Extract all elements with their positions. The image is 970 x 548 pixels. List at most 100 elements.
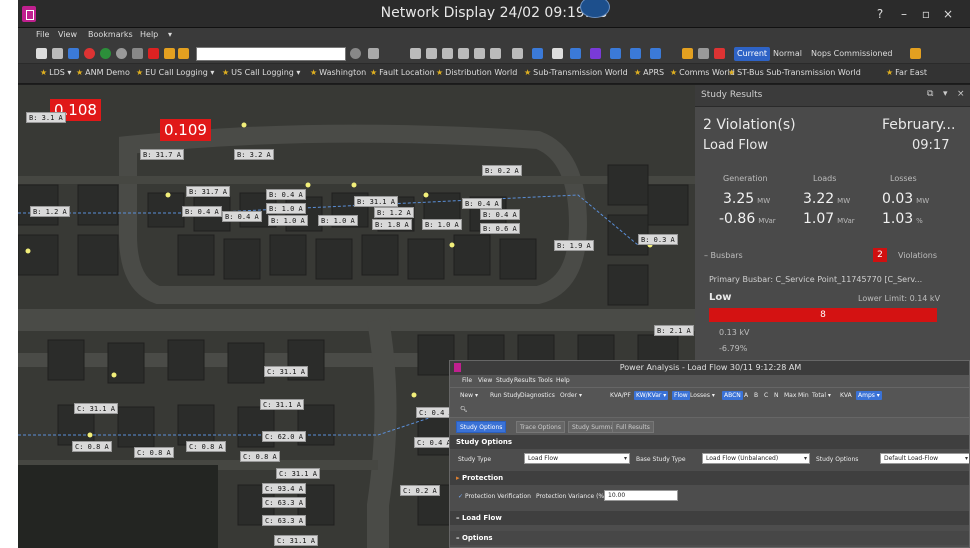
current-label[interactable]: B: 3.2 A: [234, 149, 274, 160]
dialog-menu-view[interactable]: View: [478, 377, 492, 384]
back-icon[interactable]: [164, 48, 175, 59]
dialog-menu-tools[interactable]: Tools: [538, 377, 553, 384]
current-label[interactable]: C: 0.8 A: [240, 451, 280, 462]
pan-icon[interactable]: [426, 48, 437, 59]
current-label[interactable]: C: 31.1 A: [264, 366, 308, 377]
bookmark-sub-transmission-world[interactable]: ★ Sub-Transmission World: [524, 68, 628, 77]
busbars-expander[interactable]: – Busbars: [704, 251, 743, 260]
kva-button[interactable]: KVA: [840, 392, 852, 399]
phase-a-button[interactable]: A: [744, 392, 748, 399]
current-label[interactable]: B: 1.9 A: [554, 240, 594, 251]
current-label[interactable]: B: 0.4 A: [222, 211, 262, 222]
order-dropdown[interactable]: Order ▾: [560, 392, 582, 399]
pencil-icon[interactable]: [682, 48, 693, 59]
current-label[interactable]: C: 63.3 A: [262, 515, 306, 526]
panel-close-icon[interactable]: ×: [957, 89, 965, 99]
pin-icon[interactable]: ▾: [943, 89, 948, 99]
zoom-icon[interactable]: [410, 48, 421, 59]
current-label[interactable]: B: 1.0 A: [318, 215, 358, 226]
help-button[interactable]: ?: [872, 6, 888, 22]
current-label[interactable]: C: 63.3 A: [262, 497, 306, 508]
dialog-menu-results[interactable]: Results: [514, 377, 536, 384]
flow-button[interactable]: Flow: [672, 391, 690, 400]
current-label[interactable]: B: 1.0 A: [422, 219, 462, 230]
dialog-menu-study[interactable]: Study: [496, 377, 513, 384]
monitor-icon[interactable]: [630, 48, 641, 59]
current-label[interactable]: C: 31.1 A: [276, 468, 320, 479]
current-label[interactable]: B: 31.7 A: [140, 149, 184, 160]
min-button[interactable]: Min: [798, 392, 809, 399]
current-label[interactable]: C: 0.8 A: [72, 441, 112, 452]
current-label[interactable]: B: 3.1 A: [26, 112, 66, 123]
current-button[interactable]: Current: [734, 47, 771, 61]
phase-c-button[interactable]: C: [764, 392, 768, 399]
current-label[interactable]: B: 1.2 A: [30, 206, 70, 217]
menu-view[interactable]: View: [58, 30, 77, 39]
normal-button[interactable]: Normal: [770, 47, 805, 61]
bookmark-fault-location[interactable]: ★ Fault Location: [370, 68, 435, 77]
current-label[interactable]: B: 0.4 A: [462, 198, 502, 209]
new-icon[interactable]: [36, 48, 47, 59]
menu-bookmarks[interactable]: Bookmarks: [88, 30, 133, 39]
current-label[interactable]: B: 0.3 A: [638, 234, 678, 245]
study-type-select[interactable]: Load Flow ▾: [524, 453, 630, 464]
grid-icon[interactable]: [532, 48, 543, 59]
current-label[interactable]: B: 0.4 A: [480, 209, 520, 220]
bookmark-eu-call-logging[interactable]: ★ EU Call Logging ▾: [136, 68, 214, 77]
current-label[interactable]: C: 93.4 A: [262, 483, 306, 494]
trace-icon[interactable]: [474, 48, 485, 59]
current-label[interactable]: B: 31.7 A: [186, 186, 230, 197]
search-icon[interactable]: 🔍︎: [460, 406, 468, 413]
kva-pf-button[interactable]: KVA/PF: [610, 392, 631, 399]
menu-help[interactable]: Help: [140, 30, 158, 39]
globe-icon[interactable]: [100, 48, 111, 59]
dialog-menu-file[interactable]: File: [462, 377, 472, 384]
current-label[interactable]: B: 1.0 A: [266, 203, 306, 214]
current-label[interactable]: B: 0.6 A: [480, 223, 520, 234]
measure-icon[interactable]: [458, 48, 469, 59]
section-study-options[interactable]: Study Options: [450, 435, 969, 449]
study-options-select[interactable]: Default Load-Flow ▾: [880, 453, 969, 464]
bookmark-anm-demo[interactable]: ★ ANM Demo: [76, 68, 130, 77]
save-icon[interactable]: [68, 48, 79, 59]
bookmark-us-call-logging[interactable]: ★ US Call Logging ▾: [222, 68, 300, 77]
table-icon[interactable]: [552, 48, 563, 59]
tools-icon[interactable]: [698, 48, 709, 59]
current-label[interactable]: B: 2.1 A: [654, 325, 694, 336]
protection-verification-checkbox[interactable]: ✓ Protection Verification: [458, 493, 531, 500]
current-label[interactable]: B: 31.1 A: [354, 196, 398, 207]
menu-file[interactable]: File: [36, 30, 49, 39]
tab-study-options[interactable]: Study Options: [456, 421, 507, 433]
search-input[interactable]: [196, 47, 346, 61]
dialog-menu-help[interactable]: Help: [556, 377, 570, 384]
current-label[interactable]: B: 1.2 A: [374, 207, 414, 218]
report-icon[interactable]: [590, 48, 601, 59]
current-label[interactable]: C: 31.1 A: [260, 399, 304, 410]
current-label[interactable]: B: 0.4 A: [266, 189, 306, 200]
select-icon[interactable]: [442, 48, 453, 59]
open-icon[interactable]: [52, 48, 63, 59]
current-label[interactable]: C: 62.0 A: [262, 431, 306, 442]
bookmark-washington[interactable]: ★ Washington: [310, 68, 366, 77]
neutral-button[interactable]: N: [774, 392, 779, 399]
current-label[interactable]: C: 0.4 A: [414, 437, 454, 448]
layers-icon[interactable]: [368, 48, 379, 59]
current-label[interactable]: B: 1.8 A: [372, 219, 412, 230]
losses-dropdown[interactable]: Losses ▾: [690, 392, 715, 399]
tab-full-results[interactable]: Full Results: [612, 421, 654, 433]
current-label[interactable]: B: 0.4 A: [182, 206, 222, 217]
pointer-icon[interactable]: [132, 48, 143, 59]
phase-b-button[interactable]: B: [754, 392, 758, 399]
primary-busbar[interactable]: Primary Busbar: C_Service Point_11745770…: [709, 275, 922, 284]
bookmark-comms-world[interactable]: ★ Comms World: [670, 68, 735, 77]
record-icon[interactable]: [84, 48, 95, 59]
menu-more[interactable]: ▾: [168, 30, 172, 39]
popout-icon[interactable]: ⧉: [927, 89, 933, 99]
bookmark-lds[interactable]: ★ LDS ▾: [40, 68, 71, 77]
flag-icon[interactable]: [148, 48, 159, 59]
current-label[interactable]: C: 31.1 A: [274, 535, 318, 546]
settings-icon[interactable]: [116, 48, 127, 59]
bookmark-distribution-world[interactable]: ★ Distribution World: [436, 68, 517, 77]
bookmark-far-east[interactable]: ★ Far East: [886, 68, 927, 77]
current-label[interactable]: B: 1.0 A: [268, 215, 308, 226]
